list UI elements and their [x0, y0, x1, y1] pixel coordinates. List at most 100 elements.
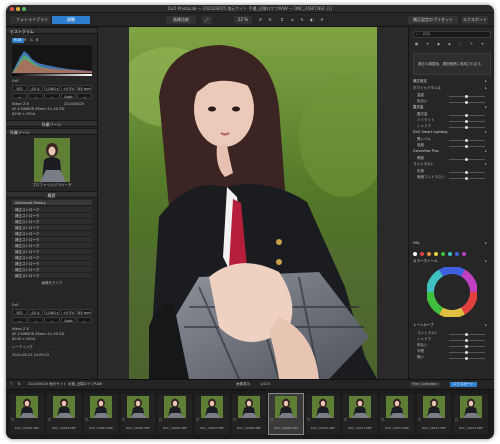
palette-local-icon[interactable]: ✎ [470, 42, 473, 47]
search-field[interactable]: ⌕ 検索 [413, 31, 491, 38]
palette-fx-icon[interactable]: ✦ [481, 42, 484, 47]
chevron-right-icon[interactable]: ▸ [485, 323, 487, 328]
section-header[interactable]: ホワイトバランス [413, 86, 441, 91]
tab-photo-library[interactable]: フォトライブラリ [10, 16, 50, 24]
hsl-swatch-all[interactable] [413, 252, 417, 256]
history-footer[interactable]: 画像をクリア [6, 281, 97, 286]
adjust-slider[interactable] [449, 345, 485, 348]
slider-knob[interactable] [465, 95, 468, 98]
section-header[interactable]: 露光量 [413, 105, 424, 110]
exif-btn-auto[interactable]: Auto [61, 93, 76, 99]
hsl-swatch-magenta[interactable] [462, 252, 466, 256]
slider-knob[interactable] [465, 339, 468, 342]
slider-knob[interactable] [465, 126, 468, 129]
exif2-btn-1[interactable]: — [12, 317, 27, 323]
histogram-tab-rgb[interactable]: RGB [12, 38, 24, 43]
section-header[interactable]: HSL [413, 241, 420, 246]
slider-knob[interactable] [465, 357, 468, 360]
slider-knob[interactable] [465, 120, 468, 123]
chevron-right-icon[interactable]: ▸ [485, 86, 487, 91]
thumbnail-checkbox[interactable]: ☐ [418, 418, 421, 423]
fit-icon[interactable]: ⤢ [202, 16, 212, 24]
palette-all-icon[interactable]: ▦ [415, 42, 418, 47]
filmstrip-thumbnail[interactable]: ☐ DSC_A6065.NEF [121, 394, 155, 434]
section-header[interactable]: コントラスト [413, 162, 434, 167]
thumbnail-checkbox[interactable]: ☐ [159, 418, 162, 423]
chevron-right-icon[interactable]: ▸ [485, 259, 487, 264]
adjust-slider[interactable] [449, 95, 485, 98]
histogram-tab-r[interactable]: R [24, 38, 26, 43]
exif-btn-3[interactable]: — [44, 93, 60, 99]
hsl-swatch-red[interactable] [420, 252, 424, 256]
rotate-left-icon[interactable]: ↺ [256, 16, 264, 24]
exif-btn-5[interactable]: — [77, 93, 92, 99]
horizon-icon[interactable]: ⊿ [288, 16, 296, 24]
exif2-btn-3[interactable]: — [44, 317, 60, 323]
tab-film-collection[interactable]: Film Collection [410, 382, 440, 387]
palette-geometry-icon[interactable]: ⬚ [459, 42, 462, 47]
slider-knob[interactable] [465, 333, 468, 336]
color-wheel[interactable] [427, 267, 477, 317]
histogram-tab-g[interactable]: G [30, 38, 33, 43]
chevron-right-icon[interactable]: ▸ [485, 162, 487, 167]
thumbnail-checkbox[interactable]: ☐ [233, 418, 236, 423]
chevron-right-icon[interactable]: ▸ [485, 105, 487, 110]
adjust-slider[interactable] [449, 339, 485, 342]
filmstrip-thumbnail[interactable]: ☐ DSC_A6067.NEF [195, 394, 229, 434]
adjust-slider[interactable] [449, 114, 485, 117]
tab-customize[interactable]: 調整 [52, 16, 90, 24]
adjust-slider[interactable] [449, 357, 485, 360]
slider-knob[interactable] [465, 145, 468, 148]
exif2-btn-5[interactable]: — [77, 317, 92, 323]
adjust-slider[interactable] [449, 171, 485, 174]
section-header[interactable]: DxO Smart Lighting [413, 130, 447, 135]
history-item[interactable]: 補正ストローク [12, 273, 92, 279]
adjust-slider[interactable] [449, 126, 485, 129]
adjust-slider[interactable] [449, 139, 485, 142]
filmstrip-thumbnail[interactable]: ☐ DSC_A6068.NEF [232, 394, 266, 434]
filmstrip-thumbnail[interactable]: ☐ DSC_A6069.NEF [268, 393, 304, 435]
thumbnail-checkbox[interactable]: ☐ [196, 418, 199, 423]
thumbnail-checkbox[interactable]: ☐ [85, 418, 88, 423]
slider-knob[interactable] [465, 101, 468, 104]
thumbnail-checkbox[interactable]: ☐ [122, 418, 125, 423]
filmstrip-thumbnail[interactable]: ☐ DSC_A6064.NEF [84, 394, 118, 434]
hsl-swatch-cyan[interactable] [448, 252, 452, 256]
crop-icon[interactable]: ⌗ [278, 16, 286, 24]
history-section-header[interactable]: 履歴 [6, 191, 97, 198]
main-photo[interactable] [129, 27, 377, 379]
filmstrip-thumbnail[interactable]: ☐ DSC_A6074.NEF [454, 394, 488, 434]
section-header[interactable]: カラーホイール [413, 259, 438, 264]
preview-thumbnail[interactable] [34, 138, 70, 182]
filmstrip-thumbnail[interactable]: ☐ DSC_A6063.NEF [47, 394, 81, 434]
thumbnail-checkbox[interactable]: ☐ [344, 418, 347, 423]
hsl-swatch-blue[interactable] [455, 252, 459, 256]
sort-icon[interactable]: ⇅ [18, 382, 21, 387]
slider-knob[interactable] [465, 177, 468, 180]
repair-icon[interactable]: ✎ [298, 16, 306, 24]
filter-icon[interactable]: ▽ [10, 382, 13, 387]
palette-detail-icon[interactable]: ◈ [448, 42, 451, 47]
zoom-value[interactable]: 22 % [234, 16, 252, 24]
palette-color-icon[interactable]: ◉ [437, 42, 440, 47]
preset-button[interactable]: 補正設定のプリセット [408, 16, 458, 24]
filmstrip-thumbnail[interactable]: ☐ DSC_A6073.NEF [417, 394, 451, 434]
adjust-slider[interactable] [449, 333, 485, 336]
filmstrip-thumbnail[interactable]: ☐ DSC_A6072.NEF [380, 394, 414, 434]
adjust-slider[interactable] [449, 158, 485, 161]
chevron-right-icon[interactable]: ▸ [485, 241, 487, 246]
histogram-header[interactable]: ヒストグラム [6, 27, 97, 34]
slider-knob[interactable] [465, 351, 468, 354]
adjust-slider[interactable] [449, 351, 485, 354]
hsl-swatch-orange[interactable] [427, 252, 431, 256]
section-header[interactable]: 補正設定 [413, 79, 427, 84]
filmstrip-thumbnail[interactable]: ☐ DSC_A6062.NEF [10, 394, 44, 434]
slider-knob[interactable] [465, 114, 468, 117]
chevron-right-icon[interactable]: ▸ [485, 130, 487, 135]
filmstrip-thumbnail[interactable]: ☐ DSC_A6071.NEF [343, 394, 377, 434]
slider-knob[interactable] [465, 158, 468, 161]
preset-section-header[interactable]: 作業ゾーン [6, 120, 97, 127]
adjust-slider[interactable] [449, 177, 485, 180]
tab-export[interactable]: エクスポート [450, 382, 477, 387]
rating-stars[interactable]: · · · · · [46, 345, 56, 350]
